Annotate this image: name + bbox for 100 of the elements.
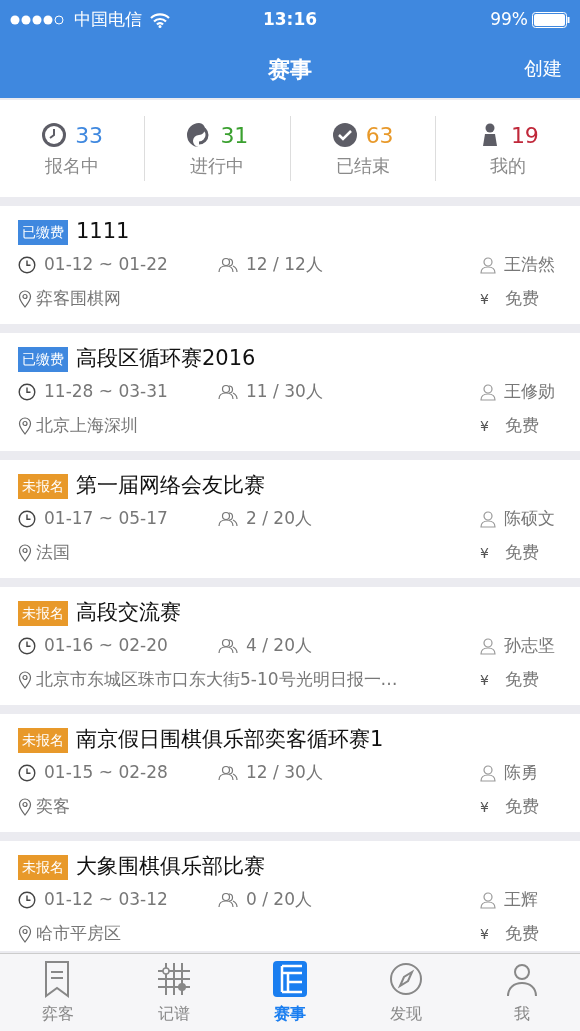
event-location: 奕客 [36, 795, 70, 819]
clock-time: 13:16 [262, 8, 318, 32]
event-card[interactable]: 未报名 第一届网络会友比赛 01-17 ~ 05-17 2 / 20人 陈硕文 法国 ¥ 免费 [0, 460, 580, 578]
date-range: 01-12 ~ 01-22 [44, 253, 168, 277]
stat-label[interactable]: 进行中 [190, 151, 245, 179]
currency-symbol: ¥ [480, 543, 489, 563]
people-icon [218, 383, 238, 401]
event-card[interactable]: 未报名 高段交流赛 01-16 ~ 02-20 4 / 20人 孙志坚 北京市东城区珠市口东大街5-10号光明日报一… ¥ 免费 [0, 587, 580, 705]
status-badge: 未报名 [18, 473, 68, 499]
grid-icon [156, 960, 192, 998]
entry-fee: 免费 [504, 668, 539, 692]
location-icon [18, 290, 32, 308]
player-count: 2 / 20人 [246, 507, 312, 531]
event-title: 大象围棋俱乐部比赛 [76, 853, 265, 881]
currency-symbol: ¥ [480, 924, 489, 944]
date-range: 01-17 ~ 05-17 [44, 507, 168, 531]
battery-icon [532, 12, 570, 28]
event-card[interactable]: 未报名 大象围棋俱乐部比赛 01-12 ~ 03-12 0 / 20人 王辉 哈市平房区 ¥ 免费 [0, 841, 580, 951]
clock-icon [18, 383, 36, 401]
event-location: 北京市东城区珠市口东大街5-10号光明日报一… [36, 668, 398, 692]
clock-icon [18, 510, 36, 528]
date-range: 01-15 ~ 02-28 [44, 761, 168, 785]
entry-fee: 免费 [504, 414, 539, 438]
currency-symbol: ¥ [480, 416, 489, 436]
entry-fee: 免费 [504, 922, 539, 946]
clock-icon [18, 637, 36, 655]
event-title: 第一届网络会友比赛 [76, 472, 265, 500]
event-card[interactable]: 已缴费 高段区循环赛2016 11-28 ~ 03-31 11 / 30人 王修勋 北京上海深圳 ¥ 免费 [0, 333, 580, 451]
organizer-name: 孙志坚 [504, 634, 555, 658]
location-icon [18, 417, 32, 435]
people-icon [218, 510, 238, 528]
tab-item[interactable]: 记谱 [116, 954, 232, 1031]
people-icon [218, 637, 238, 655]
compass-icon [388, 960, 424, 998]
event-title: 高段交流赛 [76, 599, 181, 627]
currency-symbol: ¥ [480, 289, 489, 309]
status-badge: 未报名 [18, 854, 68, 880]
wifi-icon [150, 12, 170, 28]
tab-item[interactable]: 赛事 [232, 954, 348, 1031]
stat-label[interactable]: 已结束 [335, 151, 390, 179]
date-range: 11-28 ~ 03-31 [44, 380, 168, 404]
status-badge: 未报名 [18, 600, 68, 626]
location-icon [18, 671, 32, 689]
entry-fee: 免费 [504, 287, 539, 311]
organizer-name: 陈硕文 [504, 507, 555, 531]
stat-count[interactable]: 19 [510, 118, 539, 152]
event-title: 1111 [76, 218, 130, 246]
location-icon [18, 798, 32, 816]
event-location: 法国 [36, 541, 70, 565]
entry-fee: 免费 [504, 795, 539, 819]
stat-count[interactable]: 63 [365, 118, 394, 152]
check-circle-icon [331, 122, 358, 148]
event-location: 北京上海深圳 [36, 414, 138, 438]
event-card[interactable]: 已缴费 1111 01-12 ~ 01-22 12 / 12人 王浩然 弈客围棋网 ¥ 免费 [0, 206, 580, 324]
battery-level: 99% [490, 8, 528, 32]
clock-icon [41, 122, 68, 148]
player-count: 12 / 30人 [246, 761, 323, 785]
status-badge: 已缴费 [18, 346, 68, 372]
location-icon [18, 544, 32, 562]
stat-label[interactable]: 我的 [489, 151, 526, 179]
currency-symbol: ¥ [480, 797, 489, 817]
player-count: 11 / 30人 [246, 380, 323, 404]
event-card[interactable]: 未报名 南京假日围棋俱乐部奕客循环赛1 01-15 ~ 02-28 12 / 30人 陈勇 奕客 ¥ 免费 [0, 714, 580, 832]
person-icon [480, 637, 496, 655]
date-range: 01-16 ~ 02-20 [44, 634, 168, 658]
create-button[interactable]: 创建 [524, 54, 562, 83]
stat-count[interactable]: 33 [75, 118, 104, 152]
tab-item[interactable]: 发现 [348, 954, 464, 1031]
board-icon [272, 960, 308, 998]
stat-count[interactable]: 31 [220, 118, 249, 152]
tab-item[interactable]: 我 [464, 954, 580, 1031]
status-badge: 未报名 [18, 727, 68, 753]
clock-icon [18, 256, 36, 274]
event-title: 高段区循环赛2016 [76, 345, 256, 373]
page-title: 赛事 [268, 55, 312, 84]
signal-icon [10, 14, 66, 26]
organizer-name: 王浩然 [504, 253, 555, 277]
location-icon [18, 925, 32, 943]
person-icon [480, 383, 496, 401]
people-icon [218, 256, 238, 274]
event-location: 哈市平房区 [36, 922, 121, 946]
tab-item[interactable]: 弈客 [0, 954, 116, 1031]
stat-label[interactable]: 报名中 [45, 151, 100, 179]
people-icon [218, 891, 238, 909]
event-location: 弈客围棋网 [36, 287, 121, 311]
clock-icon [18, 891, 36, 909]
clock-icon [18, 764, 36, 782]
person-icon [480, 510, 496, 528]
status-badge: 已缴费 [18, 219, 68, 245]
organizer-name: 王辉 [504, 888, 538, 912]
person-icon [480, 256, 496, 274]
player-count: 12 / 12人 [246, 253, 323, 277]
organizer-name: 陈勇 [504, 761, 538, 785]
carrier-name: 中国电信 [74, 8, 142, 32]
player-count: 4 / 20人 [246, 634, 312, 658]
player-count: 0 / 20人 [246, 888, 312, 912]
person-icon [480, 891, 496, 909]
entry-fee: 免费 [504, 541, 539, 565]
people-icon [218, 764, 238, 782]
date-range: 01-12 ~ 03-12 [44, 888, 168, 912]
